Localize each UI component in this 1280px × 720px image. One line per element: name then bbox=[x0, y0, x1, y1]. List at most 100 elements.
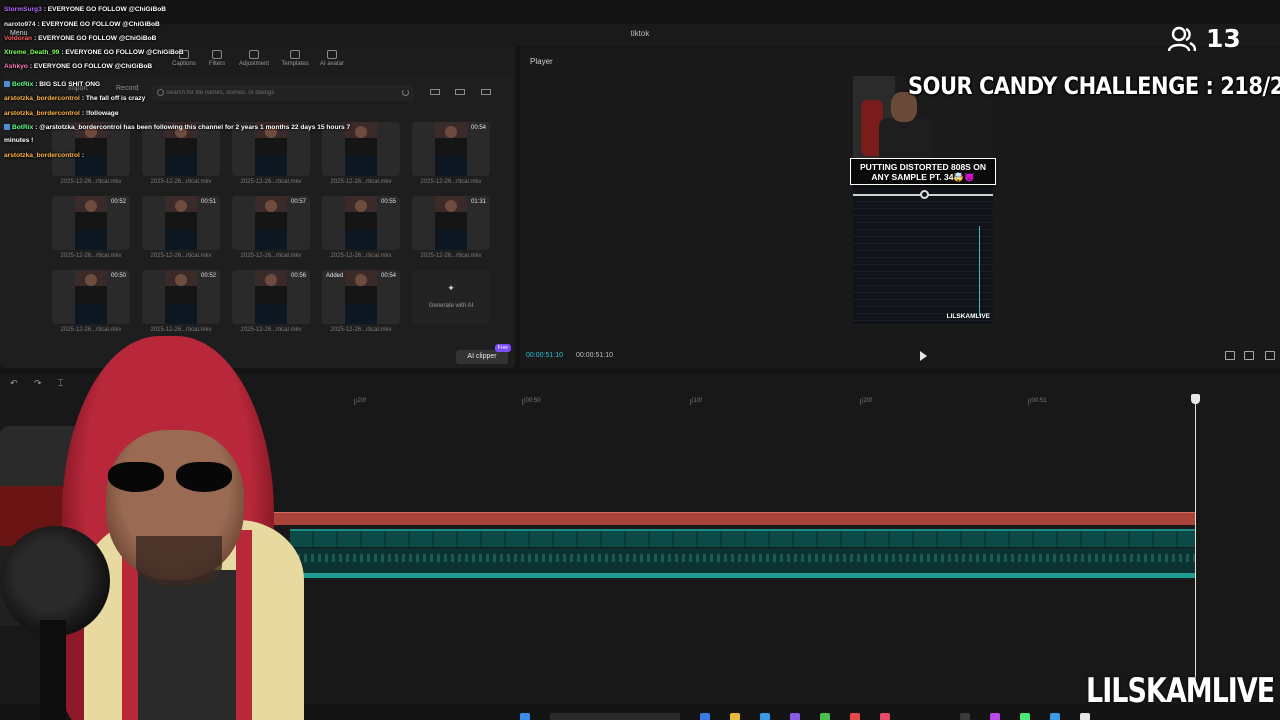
caption-text-box[interactable]: PUTTING DISTORTED 808S ON ANY SAMPLE PT.… bbox=[850, 158, 996, 185]
templates-icon bbox=[290, 50, 300, 59]
clip-duration: 00:54 bbox=[470, 125, 486, 131]
chat-message: BotRix: @arstotzka_bordercontrol has bee… bbox=[4, 124, 350, 131]
taskbar-search[interactable] bbox=[550, 713, 680, 720]
chat-text: : @arstotzka_bordercontrol has been foll… bbox=[35, 124, 351, 131]
filters-tool[interactable]: Filters bbox=[197, 50, 237, 67]
taskbar-app-icon[interactable] bbox=[790, 713, 800, 720]
chat-text: : EVERYONE GO FOLLOW @ChiGiBoB bbox=[61, 49, 184, 56]
chat-username: arstotzka_bordercontrol bbox=[4, 110, 80, 117]
chat-username: BotRix bbox=[12, 81, 34, 88]
chat-message: StormSurg3: EVERYONE GO FOLLOW @ChiGiBoB bbox=[4, 6, 166, 13]
generate-with-ai-button[interactable]: ✦ Generate with AI bbox=[412, 270, 490, 324]
clip-duration: 00:50 bbox=[110, 273, 126, 279]
media-clip[interactable]: 2025-12-26...rtical.mkv bbox=[142, 122, 220, 185]
taskbar-app-icon[interactable] bbox=[850, 713, 860, 720]
audio-track-clip[interactable] bbox=[290, 548, 1196, 578]
chat-text: : bbox=[81, 152, 85, 159]
filter-icon[interactable] bbox=[479, 87, 493, 97]
chat-message: arstotzka_bordercontrol: The fall off is… bbox=[4, 95, 145, 102]
chat-text: : EVERYONE GO FOLLOW @ChiGiBoB bbox=[43, 6, 167, 13]
sparkle-icon: ✦ bbox=[447, 283, 455, 293]
media-clip[interactable]: 00:51 2025-12-26...rtical.mkv bbox=[142, 196, 220, 259]
play-icon[interactable] bbox=[920, 351, 927, 361]
media-clip[interactable]: 00:52 2025-12-26...rtical.mkv bbox=[142, 270, 220, 333]
video-preview[interactable]: LILSKAMLIVE bbox=[853, 76, 993, 324]
bot-badge-icon bbox=[4, 81, 10, 87]
chat-message: naroto974: EVERYONE GO FOLLOW @ChiGiBoB bbox=[4, 21, 160, 28]
chat-text: minutes ! bbox=[4, 137, 34, 144]
chat-text: : The fall off is crazy bbox=[81, 95, 146, 102]
challenge-banner: SOUR CANDY CHALLENGE : 218/250 bbox=[908, 72, 1280, 100]
taskbar-app-icon[interactable] bbox=[990, 713, 1000, 720]
taskbar-app-icon[interactable] bbox=[820, 713, 830, 720]
taskbar-app-icon[interactable] bbox=[1020, 713, 1030, 720]
media-clip[interactable]: 00:55 2025-12-26...rtical.mkv bbox=[322, 196, 400, 259]
chat-text: : !followage bbox=[81, 110, 119, 117]
clip-duration: 00:55 bbox=[380, 199, 396, 205]
chat-username: arstotzka_bordercontrol bbox=[4, 152, 80, 159]
taskbar-app-icon[interactable] bbox=[960, 713, 970, 720]
media-clip[interactable]: 00:54 2025-12-26...rtical.mkv bbox=[412, 122, 490, 185]
preview-brand: LILSKAMLIVE bbox=[946, 313, 990, 320]
chat-username: StormSurg3 bbox=[4, 6, 42, 13]
chat-message: Ashkyo: EVERYONE GO FOLLOW @ChiGiBoB bbox=[4, 63, 152, 70]
taskbar-app-icon[interactable] bbox=[760, 713, 770, 720]
media-clip[interactable]: 00:56 2025-12-26...rtical.mkv bbox=[232, 270, 310, 333]
chat-username: Ashkyo bbox=[4, 63, 28, 70]
clip-duration: 00:52 bbox=[200, 273, 216, 279]
media-clip[interactable]: 2025-12-26...rtical.mkv bbox=[322, 122, 400, 185]
media-clip[interactable]: Added 00:54 2025-12-26...rtical.mkv bbox=[322, 270, 400, 333]
taskbar-app-icon[interactable] bbox=[1050, 713, 1060, 720]
taskbar-app-icon[interactable] bbox=[880, 713, 890, 720]
grid-view-icon[interactable] bbox=[428, 87, 442, 97]
clip-duration: 01:31 bbox=[470, 199, 486, 205]
player-label: Player bbox=[530, 57, 553, 66]
chat-username: Xtreme_Death_99 bbox=[4, 49, 60, 56]
playhead-handle[interactable] bbox=[1191, 394, 1200, 404]
record-button[interactable]: Record bbox=[116, 85, 139, 92]
ai-avatar-icon bbox=[327, 50, 337, 59]
ai-avatar-tool[interactable]: AI avatar bbox=[312, 50, 352, 67]
chat-text: : EVERYONE GO FOLLOW @ChiGiBoB bbox=[29, 63, 153, 70]
chat-message: minutes ! bbox=[4, 137, 33, 144]
media-search bbox=[152, 85, 414, 101]
current-timecode: 00:00:51:10 bbox=[526, 352, 563, 359]
refresh-icon[interactable] bbox=[402, 89, 409, 96]
title-bar: Menu tiktok bbox=[0, 24, 1280, 46]
fullscreen-icon[interactable] bbox=[1265, 351, 1275, 360]
templates-tool[interactable]: Templates bbox=[275, 50, 315, 67]
viewers-icon bbox=[1168, 26, 1196, 52]
clip-duration: 00:52 bbox=[110, 199, 126, 205]
taskbar-app-icon[interactable] bbox=[1080, 713, 1090, 720]
adjustment-tool[interactable]: Adjustment bbox=[234, 50, 274, 67]
chat-username: naroto974 bbox=[4, 21, 36, 28]
media-clip[interactable]: 00:52 2025-12-26...rtical.mkv bbox=[52, 196, 130, 259]
chat-username: Voldoran bbox=[4, 35, 33, 42]
text-track-clip[interactable] bbox=[250, 512, 1196, 525]
chat-text: : EVERYONE GO FOLLOW @ChiGiBoB bbox=[34, 35, 157, 42]
taskbar-app-icon[interactable] bbox=[700, 713, 710, 720]
ratio-icon[interactable] bbox=[1244, 351, 1254, 360]
clip-duration: 00:56 bbox=[290, 273, 306, 279]
search-input[interactable] bbox=[166, 87, 396, 99]
chat-message: Voldoran: EVERYONE GO FOLLOW @ChiGiBoB bbox=[4, 35, 156, 42]
video-track-clip[interactable] bbox=[290, 529, 1196, 547]
clip-duration: 00:54 bbox=[380, 273, 396, 279]
media-clip[interactable]: 00:50 2025-12-26...rtical.mkv bbox=[52, 270, 130, 333]
crop-icon[interactable] bbox=[1225, 351, 1235, 360]
playhead[interactable] bbox=[1195, 398, 1196, 688]
chat-username: BotRix bbox=[12, 124, 34, 131]
media-clip[interactable]: 2025-12-26...rtical.mkv bbox=[232, 122, 310, 185]
media-clip[interactable]: 01:31 2025-12-26...rtical.mkv bbox=[412, 196, 490, 259]
filters-icon bbox=[212, 50, 222, 59]
windows-start-icon[interactable] bbox=[520, 713, 530, 720]
folder-icon[interactable] bbox=[730, 713, 740, 720]
media-clip[interactable]: 00:57 2025-12-26...rtical.mkv bbox=[232, 196, 310, 259]
ai-clipper-button[interactable]: AI clipper Free bbox=[456, 344, 511, 364]
sort-icon[interactable] bbox=[453, 87, 467, 97]
channel-watermark: LILSKAMLIVE bbox=[1086, 672, 1275, 711]
total-timecode: 00:00:51:10 bbox=[576, 352, 613, 359]
chat-message: Xtreme_Death_99: EVERYONE GO FOLLOW @Chi… bbox=[4, 49, 184, 56]
free-badge: Free bbox=[494, 344, 511, 352]
media-panel: Import Record 2025-12-26...rtical.mkv 20… bbox=[0, 76, 515, 368]
